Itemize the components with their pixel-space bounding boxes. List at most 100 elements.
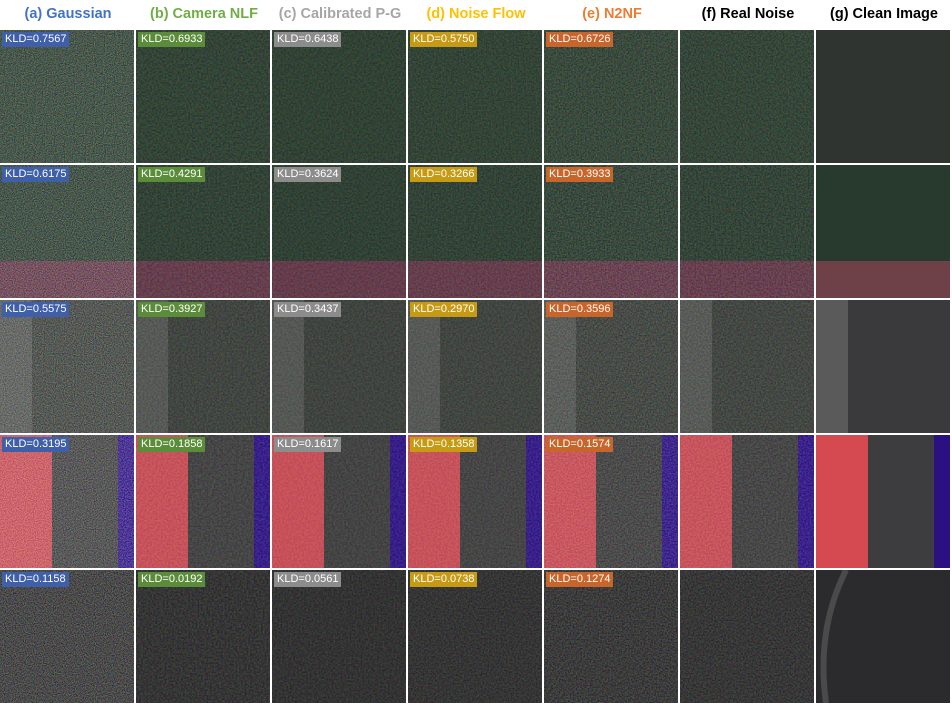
image-tile-gaussian: KLD=0.7567 bbox=[0, 30, 134, 163]
image-tile-calibrated-pg: KLD=0.1617 bbox=[272, 435, 406, 568]
image-tile-n2nf: KLD=0.1574 bbox=[544, 435, 678, 568]
image-tile-camera-nlf: KLD=0.6933 bbox=[136, 30, 270, 163]
noise-patch-image bbox=[0, 165, 134, 298]
image-tile-noise-flow: KLD=0.1358 bbox=[408, 435, 542, 568]
image-tile-calibrated-pg: KLD=0.0561 bbox=[272, 570, 406, 703]
kld-score-label: KLD=0.5575 bbox=[2, 302, 70, 317]
kld-score-label: KLD=0.1858 bbox=[138, 437, 206, 452]
kld-score-label: KLD=0.3624 bbox=[274, 167, 342, 182]
noise-patch-image bbox=[544, 300, 678, 433]
column-title-clean-image: (g) Clean Image bbox=[830, 6, 938, 22]
kld-score-label: KLD=0.1574 bbox=[546, 437, 614, 452]
noise-patch-image bbox=[272, 300, 406, 433]
kld-score-label: KLD=0.7567 bbox=[2, 32, 70, 47]
noise-patch-image bbox=[816, 30, 950, 163]
kld-score-label: KLD=0.0561 bbox=[274, 572, 342, 587]
noise-patch-image bbox=[0, 570, 134, 703]
image-tile-real-noise bbox=[680, 165, 814, 298]
kld-score-label: KLD=0.3933 bbox=[546, 167, 614, 182]
noise-patch-image bbox=[272, 165, 406, 298]
noise-comparison-figure: (a) Gaussian (b) Camera NLF (c) Calibrat… bbox=[0, 0, 952, 712]
image-tile-clean-image bbox=[816, 165, 950, 298]
kld-score-label: KLD=0.1358 bbox=[410, 437, 478, 452]
kld-score-label: KLD=0.6726 bbox=[546, 32, 614, 47]
column-title-camera-nlf: (b) Camera NLF bbox=[150, 6, 258, 22]
image-tile-camera-nlf: KLD=0.1858 bbox=[136, 435, 270, 568]
kld-score-label: KLD=0.5750 bbox=[410, 32, 478, 47]
noise-patch-image bbox=[816, 165, 950, 298]
image-tile-gaussian: KLD=0.6175 bbox=[0, 165, 134, 298]
kld-score-label: KLD=0.3266 bbox=[410, 167, 478, 182]
kld-score-label: KLD=0.3927 bbox=[138, 302, 206, 317]
image-tile-real-noise bbox=[680, 570, 814, 703]
kld-score-label: KLD=0.0192 bbox=[138, 572, 206, 587]
image-tile-gaussian: KLD=0.3195 bbox=[0, 435, 134, 568]
image-tile-calibrated-pg: KLD=0.3437 bbox=[272, 300, 406, 433]
noise-patch-image bbox=[816, 300, 950, 433]
image-tile-clean-image bbox=[816, 30, 950, 163]
noise-patch-image bbox=[0, 30, 134, 163]
column-title-n2nf: (e) N2NF bbox=[582, 6, 642, 22]
column-title-calibrated-pg: (c) Calibrated P-G bbox=[278, 6, 402, 22]
image-tile-clean-image bbox=[816, 435, 950, 568]
noise-patch-image bbox=[136, 435, 270, 568]
noise-patch-image bbox=[680, 30, 814, 163]
noise-patch-image bbox=[272, 570, 406, 703]
image-tile-noise-flow: KLD=0.3266 bbox=[408, 165, 542, 298]
noise-patch-image bbox=[816, 435, 950, 568]
image-tile-real-noise bbox=[680, 435, 814, 568]
noise-patch-image bbox=[544, 30, 678, 163]
noise-patch-image bbox=[544, 435, 678, 568]
noise-patch-image bbox=[272, 30, 406, 163]
noise-patch-image bbox=[272, 435, 406, 568]
kld-score-label: KLD=0.3596 bbox=[546, 302, 614, 317]
image-tile-n2nf: KLD=0.1274 bbox=[544, 570, 678, 703]
image-tile-clean-image bbox=[816, 570, 950, 703]
column-title-real-noise: (f) Real Noise bbox=[701, 6, 795, 22]
noise-patch-image bbox=[0, 300, 134, 433]
noise-patch-image bbox=[408, 570, 542, 703]
kld-score-label: KLD=0.1158 bbox=[2, 572, 69, 587]
kld-score-label: KLD=0.1274 bbox=[546, 572, 614, 587]
noise-patch-image bbox=[0, 435, 134, 568]
image-grid: KLD=0.7567 KLD=0.6933 KLD=0.6438 KLD=0.5750… bbox=[0, 30, 952, 712]
noise-patch-image bbox=[408, 300, 542, 433]
noise-patch-image bbox=[680, 570, 814, 703]
kld-score-label: KLD=0.2970 bbox=[410, 302, 478, 317]
noise-patch-image bbox=[680, 165, 814, 298]
noise-patch-image bbox=[408, 30, 542, 163]
image-tile-n2nf: KLD=0.6726 bbox=[544, 30, 678, 163]
image-tile-real-noise bbox=[680, 300, 814, 433]
image-tile-noise-flow: KLD=0.2970 bbox=[408, 300, 542, 433]
image-tile-calibrated-pg: KLD=0.3624 bbox=[272, 165, 406, 298]
image-tile-clean-image bbox=[816, 300, 950, 433]
image-tile-n2nf: KLD=0.3596 bbox=[544, 300, 678, 433]
image-tile-camera-nlf: KLD=0.0192 bbox=[136, 570, 270, 703]
image-tile-real-noise bbox=[680, 30, 814, 163]
column-header-row: (a) Gaussian (b) Camera NLF (c) Calibrat… bbox=[0, 0, 952, 30]
image-tile-camera-nlf: KLD=0.4291 bbox=[136, 165, 270, 298]
image-tile-gaussian: KLD=0.1158 bbox=[0, 570, 134, 703]
image-tile-gaussian: KLD=0.5575 bbox=[0, 300, 134, 433]
image-tile-noise-flow: KLD=0.5750 bbox=[408, 30, 542, 163]
column-title-noise-flow: (d) Noise Flow bbox=[426, 6, 526, 22]
image-tile-n2nf: KLD=0.3933 bbox=[544, 165, 678, 298]
noise-patch-image bbox=[408, 165, 542, 298]
kld-score-label: KLD=0.6933 bbox=[138, 32, 206, 47]
kld-score-label: KLD=0.3195 bbox=[2, 437, 70, 452]
noise-patch-image bbox=[136, 300, 270, 433]
kld-score-label: KLD=0.3437 bbox=[274, 302, 342, 317]
noise-patch-image bbox=[544, 570, 678, 703]
image-tile-calibrated-pg: KLD=0.6438 bbox=[272, 30, 406, 163]
noise-patch-image bbox=[680, 300, 814, 433]
noise-patch-image bbox=[816, 570, 950, 703]
image-tile-camera-nlf: KLD=0.3927 bbox=[136, 300, 270, 433]
noise-patch-image bbox=[136, 165, 270, 298]
noise-patch-image bbox=[136, 570, 270, 703]
kld-score-label: KLD=0.6175 bbox=[2, 167, 70, 182]
kld-score-label: KLD=0.4291 bbox=[138, 167, 206, 182]
kld-score-label: KLD=0.1617 bbox=[274, 437, 342, 452]
kld-score-label: KLD=0.6438 bbox=[274, 32, 342, 47]
image-tile-noise-flow: KLD=0.0738 bbox=[408, 570, 542, 703]
noise-patch-image bbox=[408, 435, 542, 568]
